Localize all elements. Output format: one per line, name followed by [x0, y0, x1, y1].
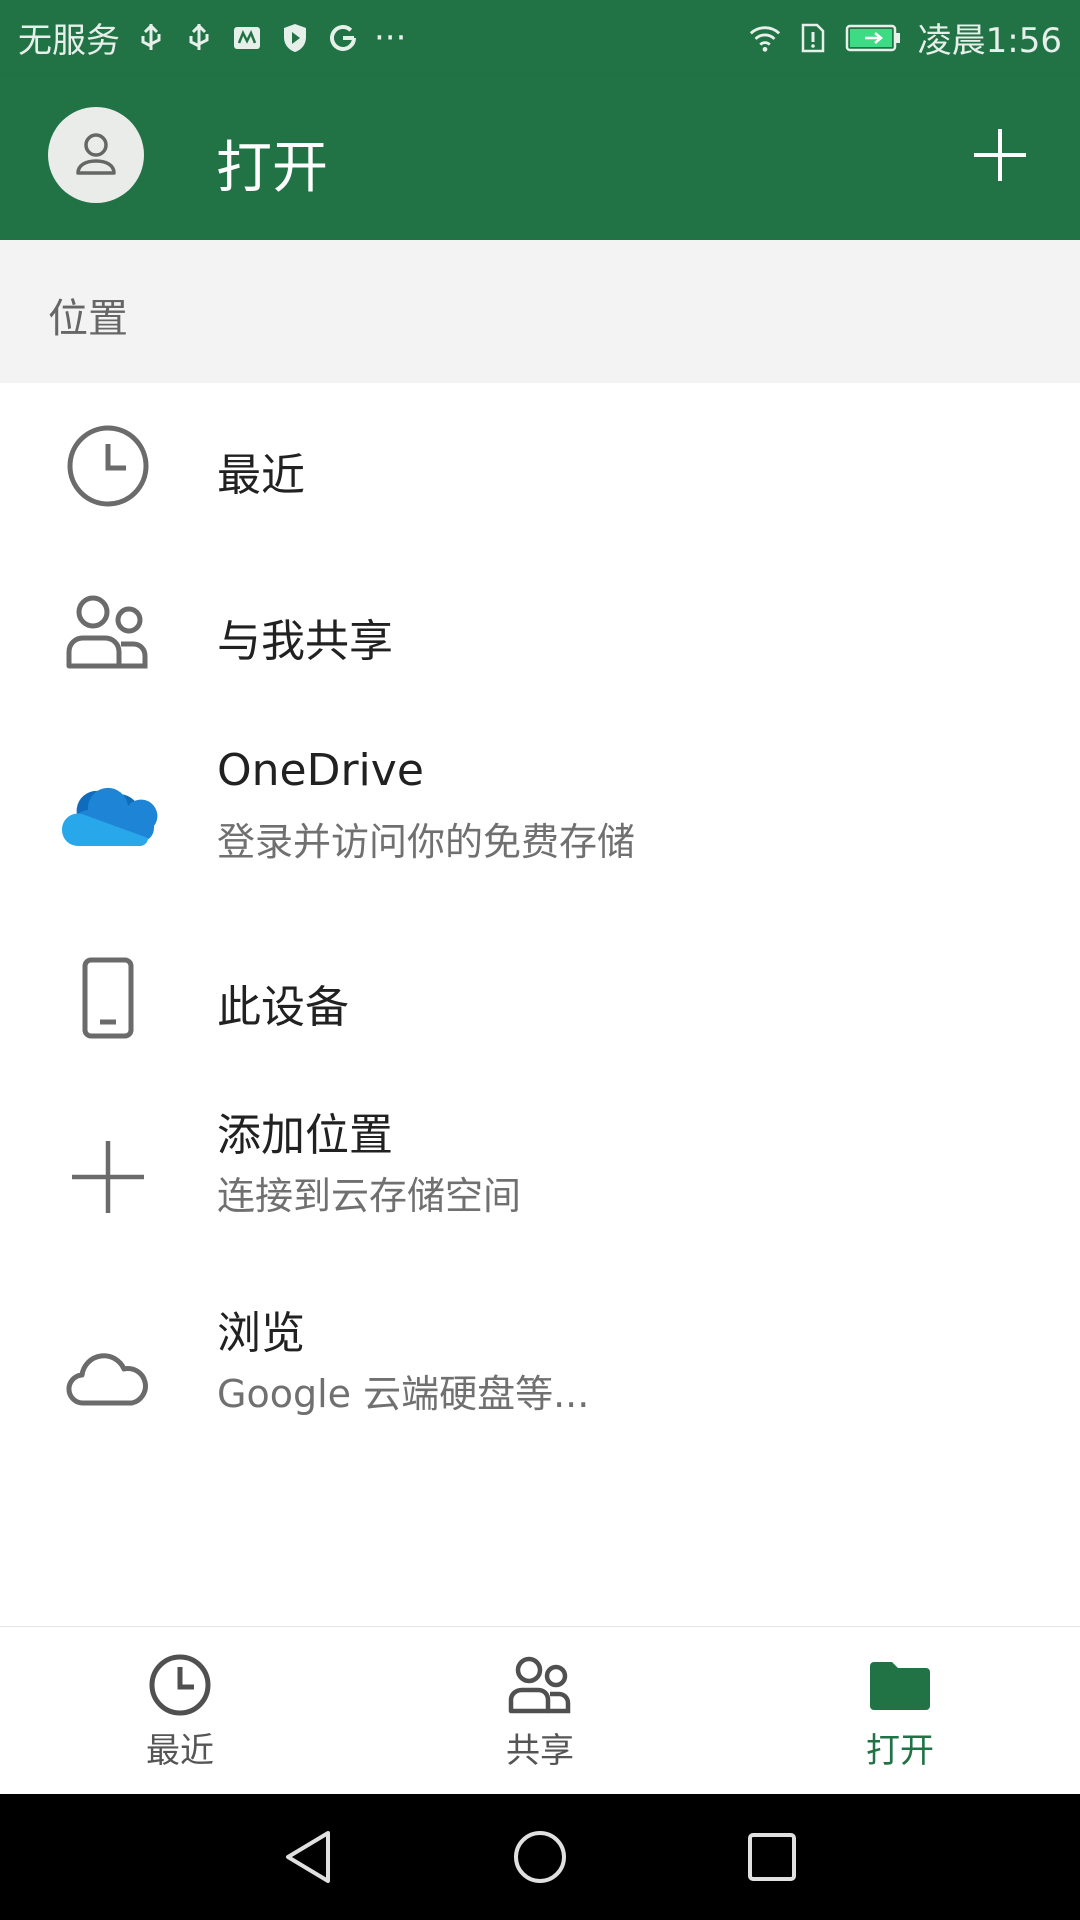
home-icon [514, 1831, 566, 1883]
shield-icon [278, 21, 312, 55]
tab-open[interactable]: 打开 [720, 1627, 1080, 1794]
tab-label: 打开 [866, 1731, 934, 1771]
app-bar: 打开 [0, 75, 1080, 240]
usb-icon [134, 21, 168, 55]
clock-icon [144, 1649, 216, 1721]
location-subtitle: Google 云端硬盘等... [217, 1372, 590, 1416]
page-title: 打开 [216, 136, 328, 201]
sim-alert-icon [796, 21, 830, 55]
location-item-browse[interactable]: 浏览 Google 云端硬盘等... [0, 1271, 1080, 1471]
location-title: 此设备 [217, 982, 349, 1033]
battery-icon [844, 21, 904, 55]
carrier-text: 无服务 [18, 21, 120, 61]
usb-icon [182, 21, 216, 55]
location-item-recent[interactable]: 最近 [0, 383, 1080, 549]
more-indicator: ··· [374, 17, 407, 58]
person-icon [76, 133, 116, 175]
location-subtitle: 登录并访问你的免费存储 [217, 820, 636, 864]
people-icon [504, 1649, 576, 1721]
recents-icon [748, 1833, 796, 1881]
location-subtitle: 连接到云存储空间 [217, 1174, 522, 1218]
clock-icon [60, 418, 156, 514]
location-item-add-place[interactable]: 添加位置 连接到云存储空间 [0, 1081, 1080, 1271]
tab-label: 最近 [146, 1731, 214, 1771]
location-item-this-device[interactable]: 此设备 [0, 915, 1080, 1081]
location-title: OneDrive [217, 745, 424, 796]
location-title: 浏览 [217, 1308, 305, 1359]
clock-text: 凌晨1:56 [917, 21, 1062, 61]
locations-list: 最近 与我共享 OneDrive 登录并访问你的免费存储 此设备 添加位置 连接… [0, 383, 1080, 1471]
phone-icon [60, 950, 156, 1046]
add-button[interactable] [964, 119, 1036, 191]
plus-icon [60, 1129, 156, 1225]
status-bar: 无服务 ··· 凌晨1:56 [0, 0, 1080, 75]
plus-icon [974, 129, 1026, 181]
back-icon [286, 1831, 330, 1883]
recents-button[interactable] [736, 1821, 808, 1893]
home-button[interactable] [504, 1821, 576, 1893]
tab-label: 共享 [506, 1731, 574, 1771]
people-icon [60, 584, 156, 680]
huawei-icon [230, 21, 264, 55]
back-button[interactable] [272, 1821, 344, 1893]
google-icon [326, 21, 360, 55]
location-item-shared[interactable]: 与我共享 [0, 549, 1080, 715]
location-title: 最近 [217, 450, 305, 501]
tab-recent[interactable]: 最近 [0, 1627, 360, 1794]
wifi-icon [748, 21, 782, 55]
bottom-navigation: 最近 共享 打开 [0, 1626, 1080, 1794]
system-navigation-bar [0, 1794, 1080, 1920]
location-title: 与我共享 [217, 616, 393, 667]
section-header-label: 位置 [48, 296, 128, 342]
cloud-icon [60, 1333, 156, 1429]
folder-icon [864, 1649, 936, 1721]
avatar[interactable] [48, 107, 144, 203]
location-title: 添加位置 [217, 1110, 393, 1161]
tab-shared[interactable]: 共享 [360, 1627, 720, 1794]
section-header: 位置 [0, 240, 1080, 383]
location-item-onedrive[interactable]: OneDrive 登录并访问你的免费存储 [0, 715, 1080, 915]
onedrive-icon [56, 767, 160, 863]
